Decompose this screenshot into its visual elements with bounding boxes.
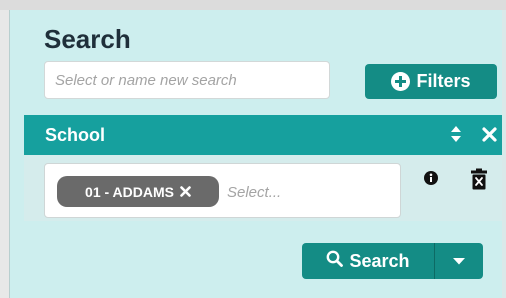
search-name-input[interactable] xyxy=(44,61,330,99)
caret-down-icon[interactable] xyxy=(435,243,483,279)
selected-tag: 01 - ADDAMS xyxy=(57,176,219,207)
times-icon[interactable] xyxy=(180,186,191,197)
tag-label: 01 - ADDAMS xyxy=(85,183,174,200)
filter-title: School xyxy=(45,125,106,145)
filter-header: School xyxy=(24,115,502,155)
filters-button-label: Filters xyxy=(416,71,471,91)
search-button[interactable]: Search xyxy=(302,243,434,279)
trash-icon[interactable] xyxy=(471,168,487,195)
tag-select-input[interactable] xyxy=(227,180,387,204)
close-icon[interactable] xyxy=(482,126,497,147)
tag-select-box[interactable]: 01 - ADDAMS xyxy=(44,163,401,218)
plus-circle-icon xyxy=(391,72,411,91)
panel-right-edge xyxy=(502,10,506,298)
window-top-border xyxy=(0,0,506,10)
search-button-group: Search xyxy=(302,243,483,279)
info-icon[interactable] xyxy=(424,171,438,190)
search-icon xyxy=(326,250,344,272)
sort-icon[interactable] xyxy=(450,125,462,148)
page-title: Search xyxy=(44,24,131,54)
filters-button[interactable]: Filters xyxy=(365,64,497,99)
search-button-label: Search xyxy=(349,250,410,271)
